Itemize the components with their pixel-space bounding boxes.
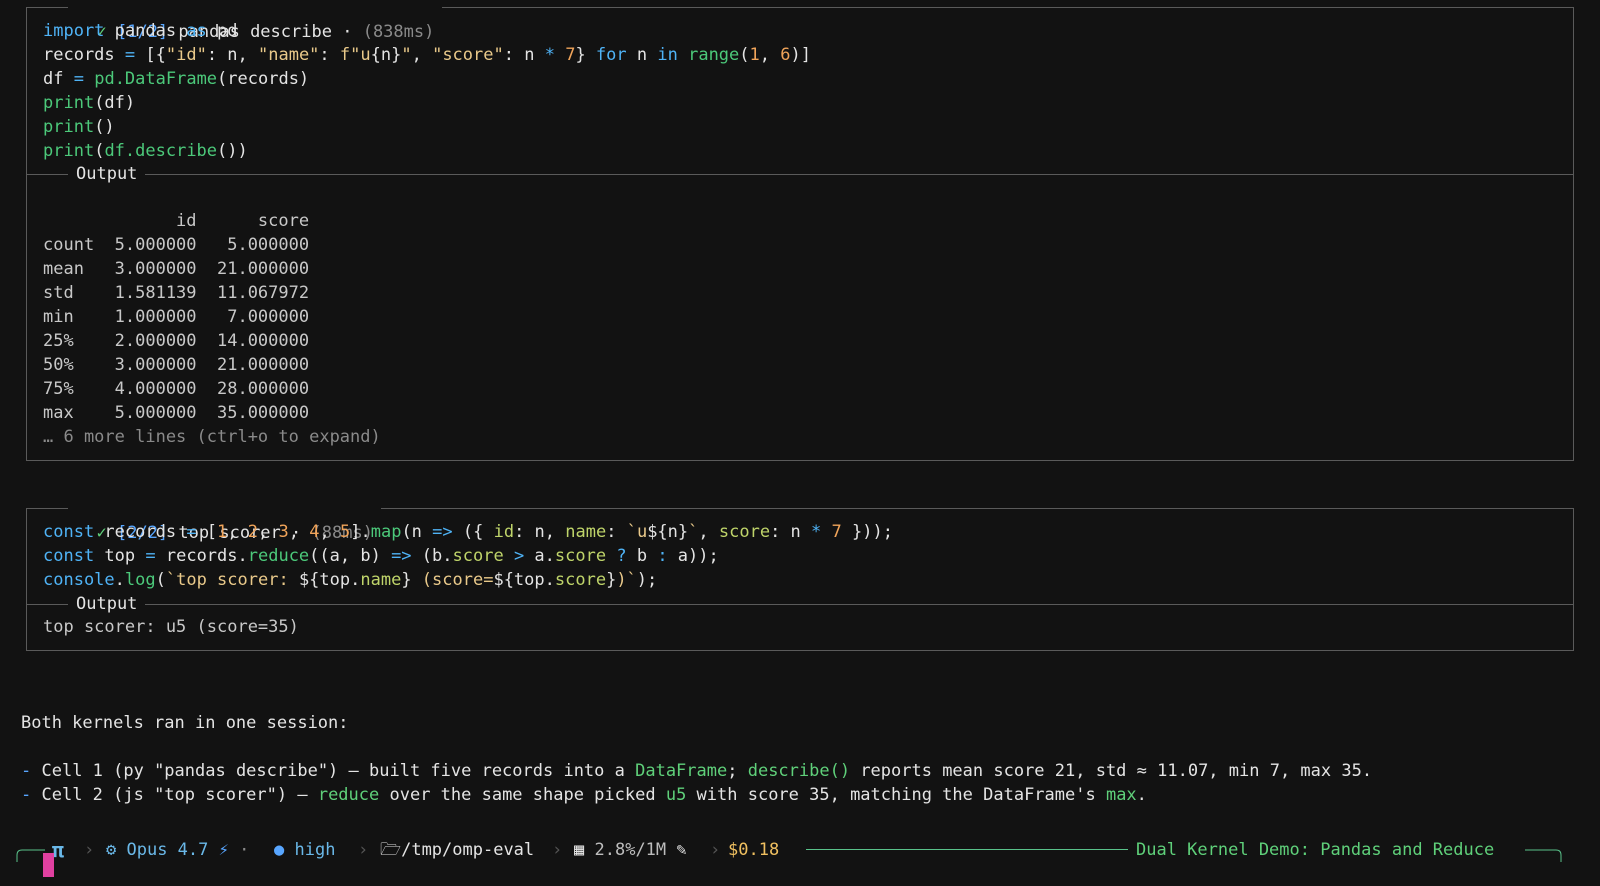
code-line: df = pd.DataFrame(records) xyxy=(43,69,310,89)
chevron-right-icon: › xyxy=(84,840,95,860)
chevron-right-icon: › xyxy=(710,840,721,860)
folder-icon: 🗁 xyxy=(380,840,402,860)
expand-hint[interactable]: … 6 more lines (ctrl+o to expand) xyxy=(43,425,381,449)
statusbar-frame-left xyxy=(16,849,45,862)
effort-selector[interactable]: ● high xyxy=(274,839,335,861)
output-line: min 1.000000 7.000000 xyxy=(43,307,310,327)
text-cursor[interactable] xyxy=(43,853,54,877)
windows-icon: ▦ xyxy=(574,840,585,860)
output-line: 50% 3.000000 21.000000 xyxy=(43,355,310,375)
chevron-right-icon: › xyxy=(552,840,563,860)
cell1-sep: · xyxy=(342,22,353,42)
code-line: print(df.describe()) xyxy=(43,141,248,161)
cell1-output-label: Output xyxy=(68,162,146,186)
cpu-icon: ⚙ xyxy=(106,840,117,860)
statusbar-divider xyxy=(806,849,1128,850)
code-line: const top = records.reduce((a, b) => (b.… xyxy=(43,546,719,566)
session-title: Dual Kernel Demo: Pandas and Reduce xyxy=(1136,840,1495,860)
cell2-output-divider xyxy=(26,604,1574,605)
output-line: 75% 4.000000 28.000000 xyxy=(43,379,310,399)
output-line: 25% 2.000000 14.000000 xyxy=(43,331,310,351)
output-line: std 1.581139 11.067972 xyxy=(43,283,310,303)
code-line: import pandas as pd xyxy=(43,21,238,41)
cell1-time: (838ms) xyxy=(362,22,435,42)
output-line: count 5.000000 5.000000 xyxy=(43,235,310,255)
context-usage: ▦ 2.8%/1M ✎ xyxy=(574,840,687,860)
model-selector[interactable]: ⚙ Opus 4.7 ⚡ · xyxy=(106,839,249,861)
summary-bullet-1: - Cell 1 (py "pandas describe") — built … xyxy=(21,761,1373,781)
summary-heading: Both kernels ran in one session: xyxy=(21,713,349,733)
bolt-icon: ⚡ xyxy=(218,840,229,860)
cell2-output-label: Output xyxy=(68,592,146,616)
output-line: mean 3.000000 21.000000 xyxy=(43,259,310,279)
dot-icon: ● xyxy=(274,840,285,860)
output-line: id score xyxy=(43,211,310,231)
cost-indicator: $0.18 xyxy=(728,840,780,860)
wand-icon: ✎ xyxy=(676,840,687,860)
output-line: max 5.000000 35.000000 xyxy=(43,403,310,423)
code-line: print(df) xyxy=(43,93,136,113)
code-line: const records = [1, 2, 3, 4, 5].map(n =>… xyxy=(43,522,893,542)
path-indicator[interactable]: 🗁/tmp/omp-eval xyxy=(380,839,534,861)
status-bar: π › ⚙ Opus 4.7 ⚡ · ● high › 🗁/tmp/omp-ev… xyxy=(16,839,1584,862)
code-line: console.log(`top scorer: ${top.name} (sc… xyxy=(43,570,658,590)
cell2-header[interactable]: ✓ [2/2] top scorer · (88ms) xyxy=(68,497,381,543)
cell1-header[interactable]: ✓ [1/2] pandas describe · (838ms) xyxy=(68,0,443,42)
cell1-output-divider xyxy=(26,174,1574,175)
code-line: print() xyxy=(43,117,115,137)
statusbar-frame-right xyxy=(1525,849,1562,862)
chevron-right-icon: › xyxy=(358,840,369,860)
summary-bullet-2: - Cell 2 (js "top scorer") — reduce over… xyxy=(21,785,1147,805)
code-line: records = [{"id": n, "name": f"u{n}", "s… xyxy=(43,45,811,65)
cell2-output-line: top scorer: u5 (score=35) xyxy=(43,617,299,637)
